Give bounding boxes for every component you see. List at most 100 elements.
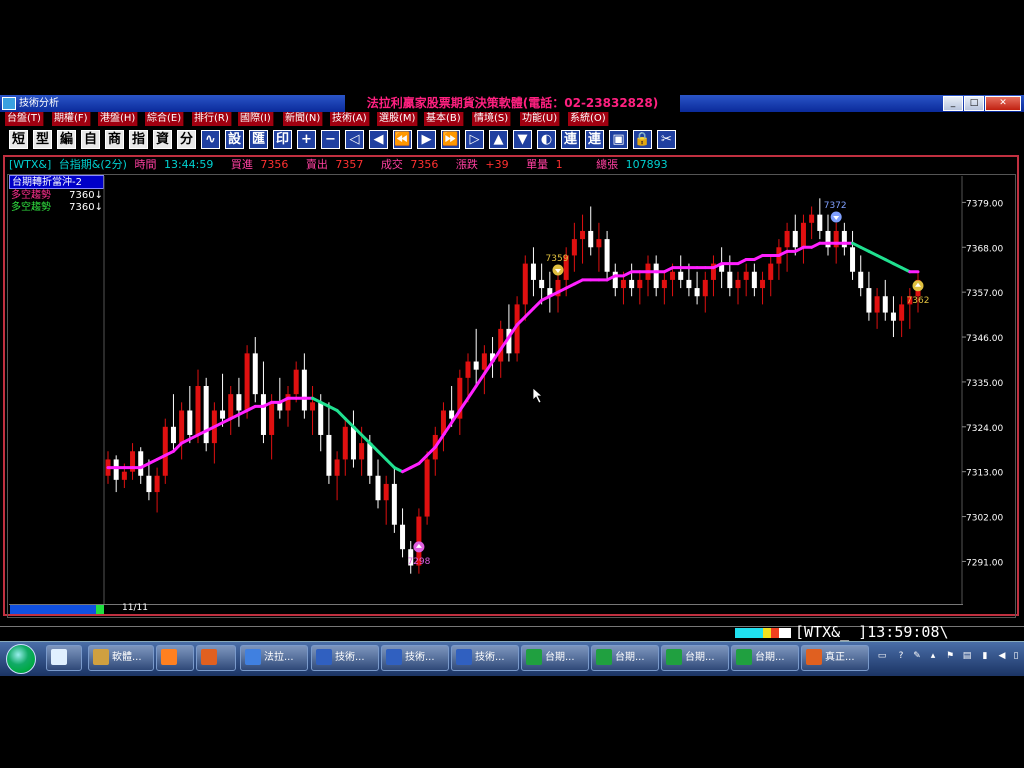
tray-help-icon[interactable]: ? (896, 650, 906, 662)
taskbar-button[interactable]: 台期... (591, 645, 659, 671)
candle-body (203, 386, 209, 444)
candle-body (637, 279, 643, 289)
tray-keyboard-icon[interactable]: ▭ (877, 650, 887, 662)
candle-body (735, 279, 741, 289)
taskbar-button-label: 台期... (545, 652, 575, 663)
candle-body (236, 394, 242, 411)
taskbar-button-label: 技術... (405, 652, 435, 663)
tray-shield-icon[interactable]: ▯ (1011, 650, 1021, 662)
taskbar-button[interactable]: 技術... (311, 645, 379, 671)
candle-body (760, 279, 766, 289)
moving-average-segment (531, 298, 544, 310)
scroll-thumb[interactable] (96, 605, 104, 614)
taskbar-button[interactable]: 法拉... (240, 645, 308, 671)
candle-body (187, 410, 193, 435)
signal-label: 7359 (546, 254, 569, 264)
folder-icon (93, 649, 109, 665)
y-axis-label: 7368.00 (966, 244, 1003, 254)
scroll-track[interactable] (10, 605, 100, 614)
taskbar-button[interactable]: 真正... (801, 645, 869, 671)
candle-body (179, 410, 185, 444)
candle-body (269, 402, 275, 435)
excel-icon (666, 649, 682, 665)
office-icon (806, 649, 822, 665)
moving-average-segment (360, 433, 372, 445)
taskbar-button[interactable]: 台期... (661, 645, 729, 671)
candle-body (841, 230, 847, 248)
signal-label: 7362 (907, 296, 930, 306)
taskbar-button-label: 台期... (685, 652, 715, 663)
candle-body (293, 369, 299, 395)
candle-body (784, 230, 790, 248)
tray-network-icon[interactable]: ▤ (962, 650, 972, 662)
taskbar-button[interactable]: 台期... (521, 645, 589, 671)
candle-body (375, 475, 381, 501)
tray-up-icon[interactable]: ▴ (928, 650, 938, 662)
candle-body (620, 279, 626, 289)
candle-body (244, 353, 250, 411)
candle-body (342, 426, 348, 460)
moving-average-segment (171, 441, 184, 453)
taskbar-button[interactable]: 技術... (451, 645, 519, 671)
candle-body (882, 296, 888, 313)
candle-body (792, 230, 798, 248)
candle-body (833, 230, 839, 248)
signal-label: 7298 (407, 557, 430, 567)
candle-body (334, 459, 340, 476)
candle-body (146, 475, 152, 493)
y-axis-label: 7291.00 (966, 558, 1003, 568)
moving-average-segment (474, 372, 486, 388)
candle-body (400, 524, 406, 550)
candle-body (424, 459, 430, 517)
candle-body (367, 443, 373, 476)
candle-body (604, 239, 610, 272)
candle-body (661, 279, 667, 289)
tray-signal-icon[interactable]: ▮ (980, 650, 990, 662)
taskbar-button-label: 法拉... (264, 652, 294, 663)
candle-body (530, 263, 536, 280)
taskbar-button[interactable] (46, 645, 82, 671)
candle-body (170, 426, 176, 444)
taskbar-button[interactable]: 台期... (731, 645, 799, 671)
excel-icon (736, 649, 752, 665)
mouse-cursor-icon (532, 387, 544, 404)
status-indicator (735, 628, 791, 638)
candle-body (678, 271, 684, 280)
media-icon (161, 649, 177, 665)
candle-body (220, 410, 226, 419)
candle-body (612, 271, 618, 289)
taskbar-button[interactable] (196, 645, 236, 671)
signal-label: 7372 (824, 201, 847, 211)
tray-flag-icon[interactable]: ⚑ (945, 650, 955, 662)
candle-body (113, 459, 119, 480)
candle-body (743, 271, 749, 280)
candle-body (809, 214, 815, 223)
candle-body (866, 288, 872, 313)
candle-body (899, 304, 905, 321)
taskbar-button[interactable]: 技術... (381, 645, 449, 671)
candle-body (121, 471, 127, 480)
candle-body (629, 279, 635, 289)
candle-body (686, 279, 692, 289)
taskbar-button[interactable] (156, 645, 194, 671)
candle-body (391, 483, 397, 525)
candle-body (596, 239, 602, 248)
start-button[interactable] (6, 644, 36, 674)
candle-body (260, 394, 266, 435)
time-scrollbar[interactable] (9, 604, 963, 616)
excel-icon (526, 649, 542, 665)
moving-average-segment (523, 306, 535, 319)
candle-body (162, 426, 168, 476)
candle-body (522, 263, 528, 305)
candle-body (310, 402, 316, 411)
tray-volume-icon[interactable]: ◀ (997, 650, 1007, 662)
candle-body (653, 263, 659, 289)
taskbar-button[interactable]: 軟體... (88, 645, 154, 671)
y-axis-label: 7346.00 (966, 334, 1003, 344)
candle-body (252, 353, 258, 395)
candle-body (850, 247, 856, 272)
signal-marker: 7372 (824, 201, 847, 223)
candle-body (195, 386, 201, 435)
tray-pen-icon[interactable]: ✎ (912, 650, 922, 662)
ferrari-icon (245, 649, 261, 665)
